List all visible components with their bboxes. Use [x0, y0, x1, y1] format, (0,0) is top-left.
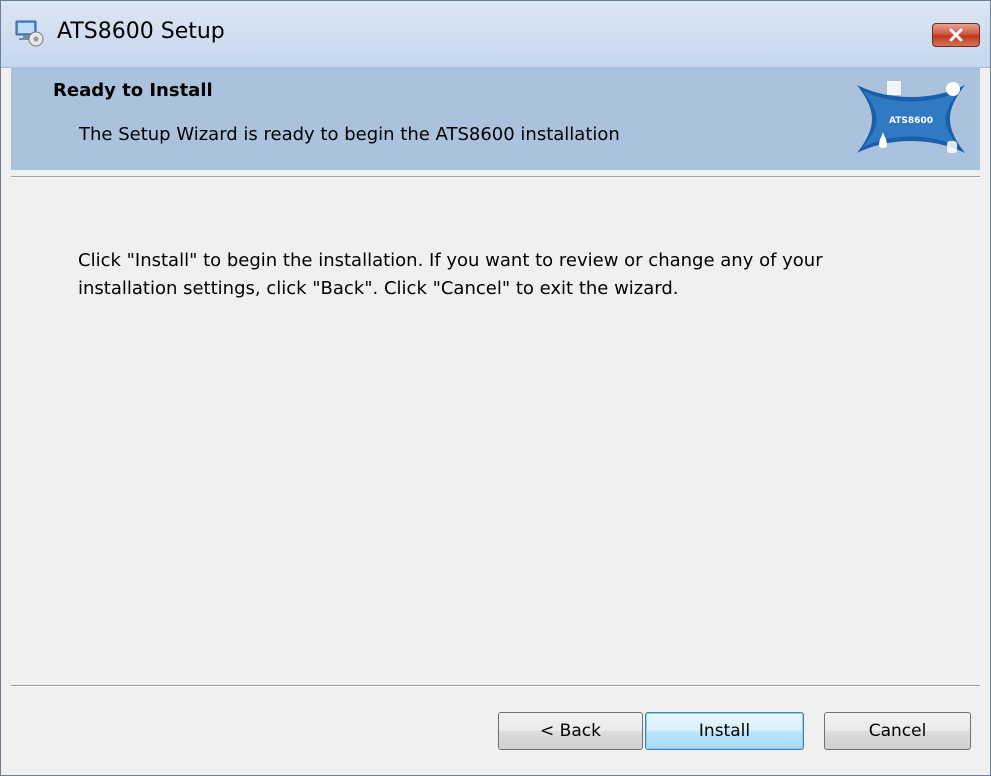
window-title: ATS8600 Setup [57, 19, 225, 44]
banner-title: Ready to Install [53, 80, 213, 101]
header-divider [11, 176, 980, 178]
setup-installer-icon [15, 20, 47, 48]
close-x-icon [949, 28, 963, 42]
banner-subtitle: The Setup Wizard is ready to begin the A… [79, 124, 620, 145]
footer-divider [11, 685, 980, 687]
setup-window: ATS8600 Setup Ready to Install The Setup… [0, 0, 991, 776]
install-instructions: Click "Install" to begin the installatio… [78, 250, 823, 299]
ats8600-logo: ATS8600 [849, 71, 973, 167]
install-button[interactable]: Install [645, 712, 804, 750]
svg-text:ATS8600: ATS8600 [889, 116, 933, 126]
close-button[interactable] [932, 23, 980, 47]
header-banner: Ready to Install The Setup Wizard is rea… [11, 67, 980, 170]
back-button[interactable]: < Back [498, 712, 643, 750]
title-bar[interactable]: ATS8600 Setup [1, 1, 990, 68]
cancel-button[interactable]: Cancel [824, 712, 971, 750]
